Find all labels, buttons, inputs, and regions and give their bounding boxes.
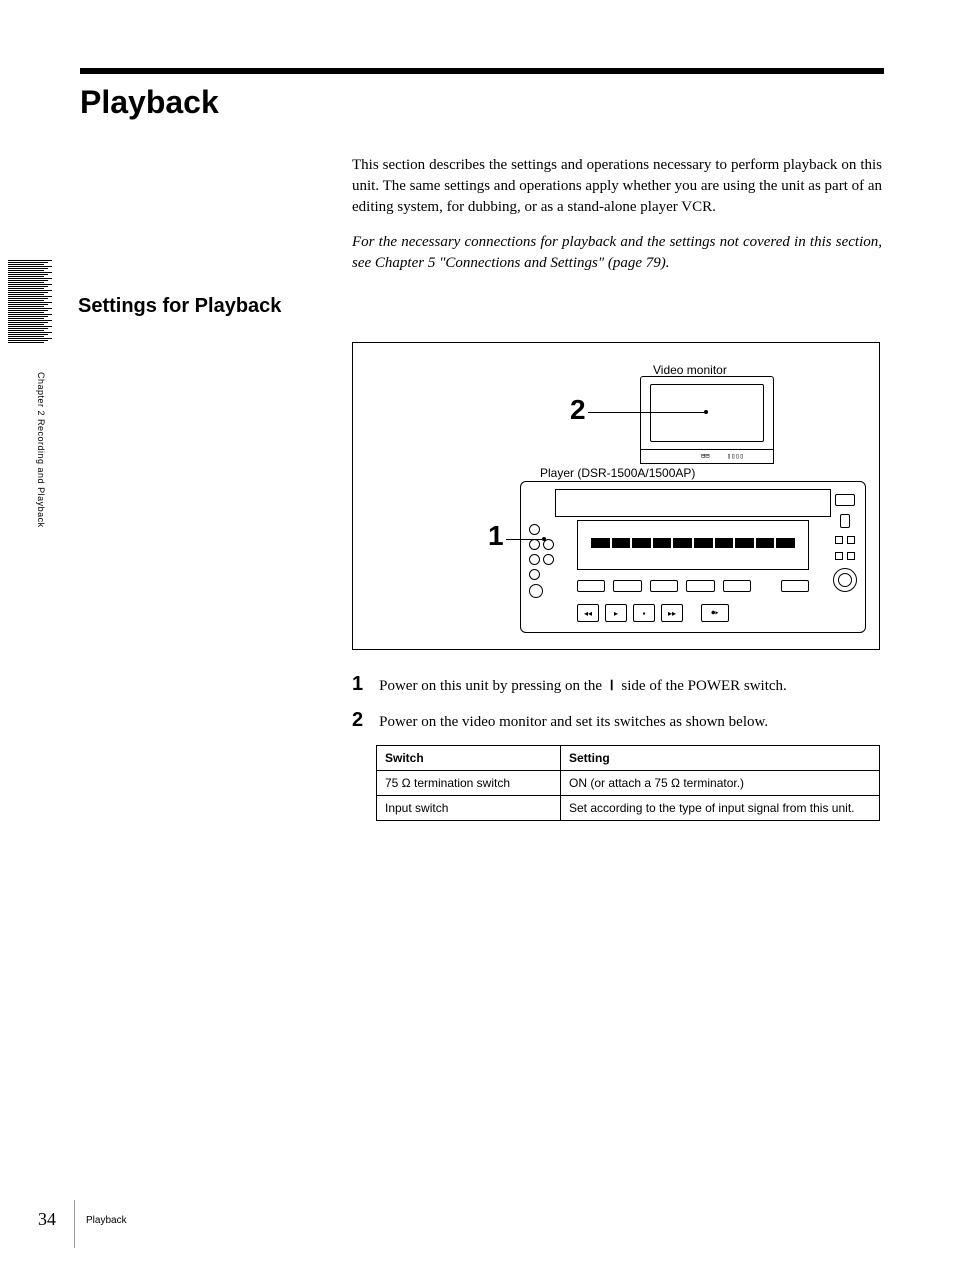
table-cell: 75 Ω termination switch <box>377 771 561 796</box>
intro-italic-paragraph: For the necessary connections for playba… <box>352 232 882 274</box>
heading-rule <box>80 68 884 74</box>
table-row: 75 Ω termination switch ON (or attach a … <box>377 771 880 796</box>
table-cell: Set according to the type of input signa… <box>561 796 880 821</box>
player-label: Player (DSR-1500A/1500AP) <box>540 466 695 480</box>
video-monitor-icon: ⊟⊟ ▯▯▯▯ <box>640 376 774 466</box>
step-2-text: Power on the video monitor and set its s… <box>379 714 768 730</box>
table-row: Input switch Set according to the type o… <box>377 796 880 821</box>
switch-settings-table: Switch Setting 75 Ω termination switch O… <box>376 745 880 821</box>
step-1-text: Power on this unit by pressing on the ⏽ … <box>379 678 787 694</box>
player-device-icon: ◂◂▸▪▸▸ ⏺▸ <box>520 481 866 633</box>
table-header-switch: Switch <box>377 746 561 771</box>
page-title: Playback <box>80 84 219 121</box>
chapter-vertical-label: Chapter 2 Recording and Playback <box>36 372 46 528</box>
step-num-1: 1 <box>352 673 363 696</box>
footer-divider <box>74 1200 75 1248</box>
sidebar-tab-marks <box>8 260 54 343</box>
table-cell: Input switch <box>377 796 561 821</box>
footer-section-name: Playback <box>86 1215 127 1226</box>
step-2: 2 Power on the video monitor and set its… <box>352 709 882 732</box>
power-on-icon: ⏽ <box>606 677 618 694</box>
intro-paragraph: This section describes the settings and … <box>352 155 882 218</box>
callout-2-number: 2 <box>570 394 586 426</box>
step-1: 1 Power on this unit by pressing on the … <box>352 673 882 696</box>
subheading: Settings for Playback <box>78 295 281 318</box>
table-cell: ON (or attach a 75 Ω terminator.) <box>561 771 880 796</box>
table-header-setting: Setting <box>561 746 880 771</box>
page-number: 34 <box>38 1209 56 1230</box>
monitor-label: Video monitor <box>653 363 727 377</box>
callout-1-number: 1 <box>488 520 504 552</box>
step-num-2: 2 <box>352 709 363 732</box>
